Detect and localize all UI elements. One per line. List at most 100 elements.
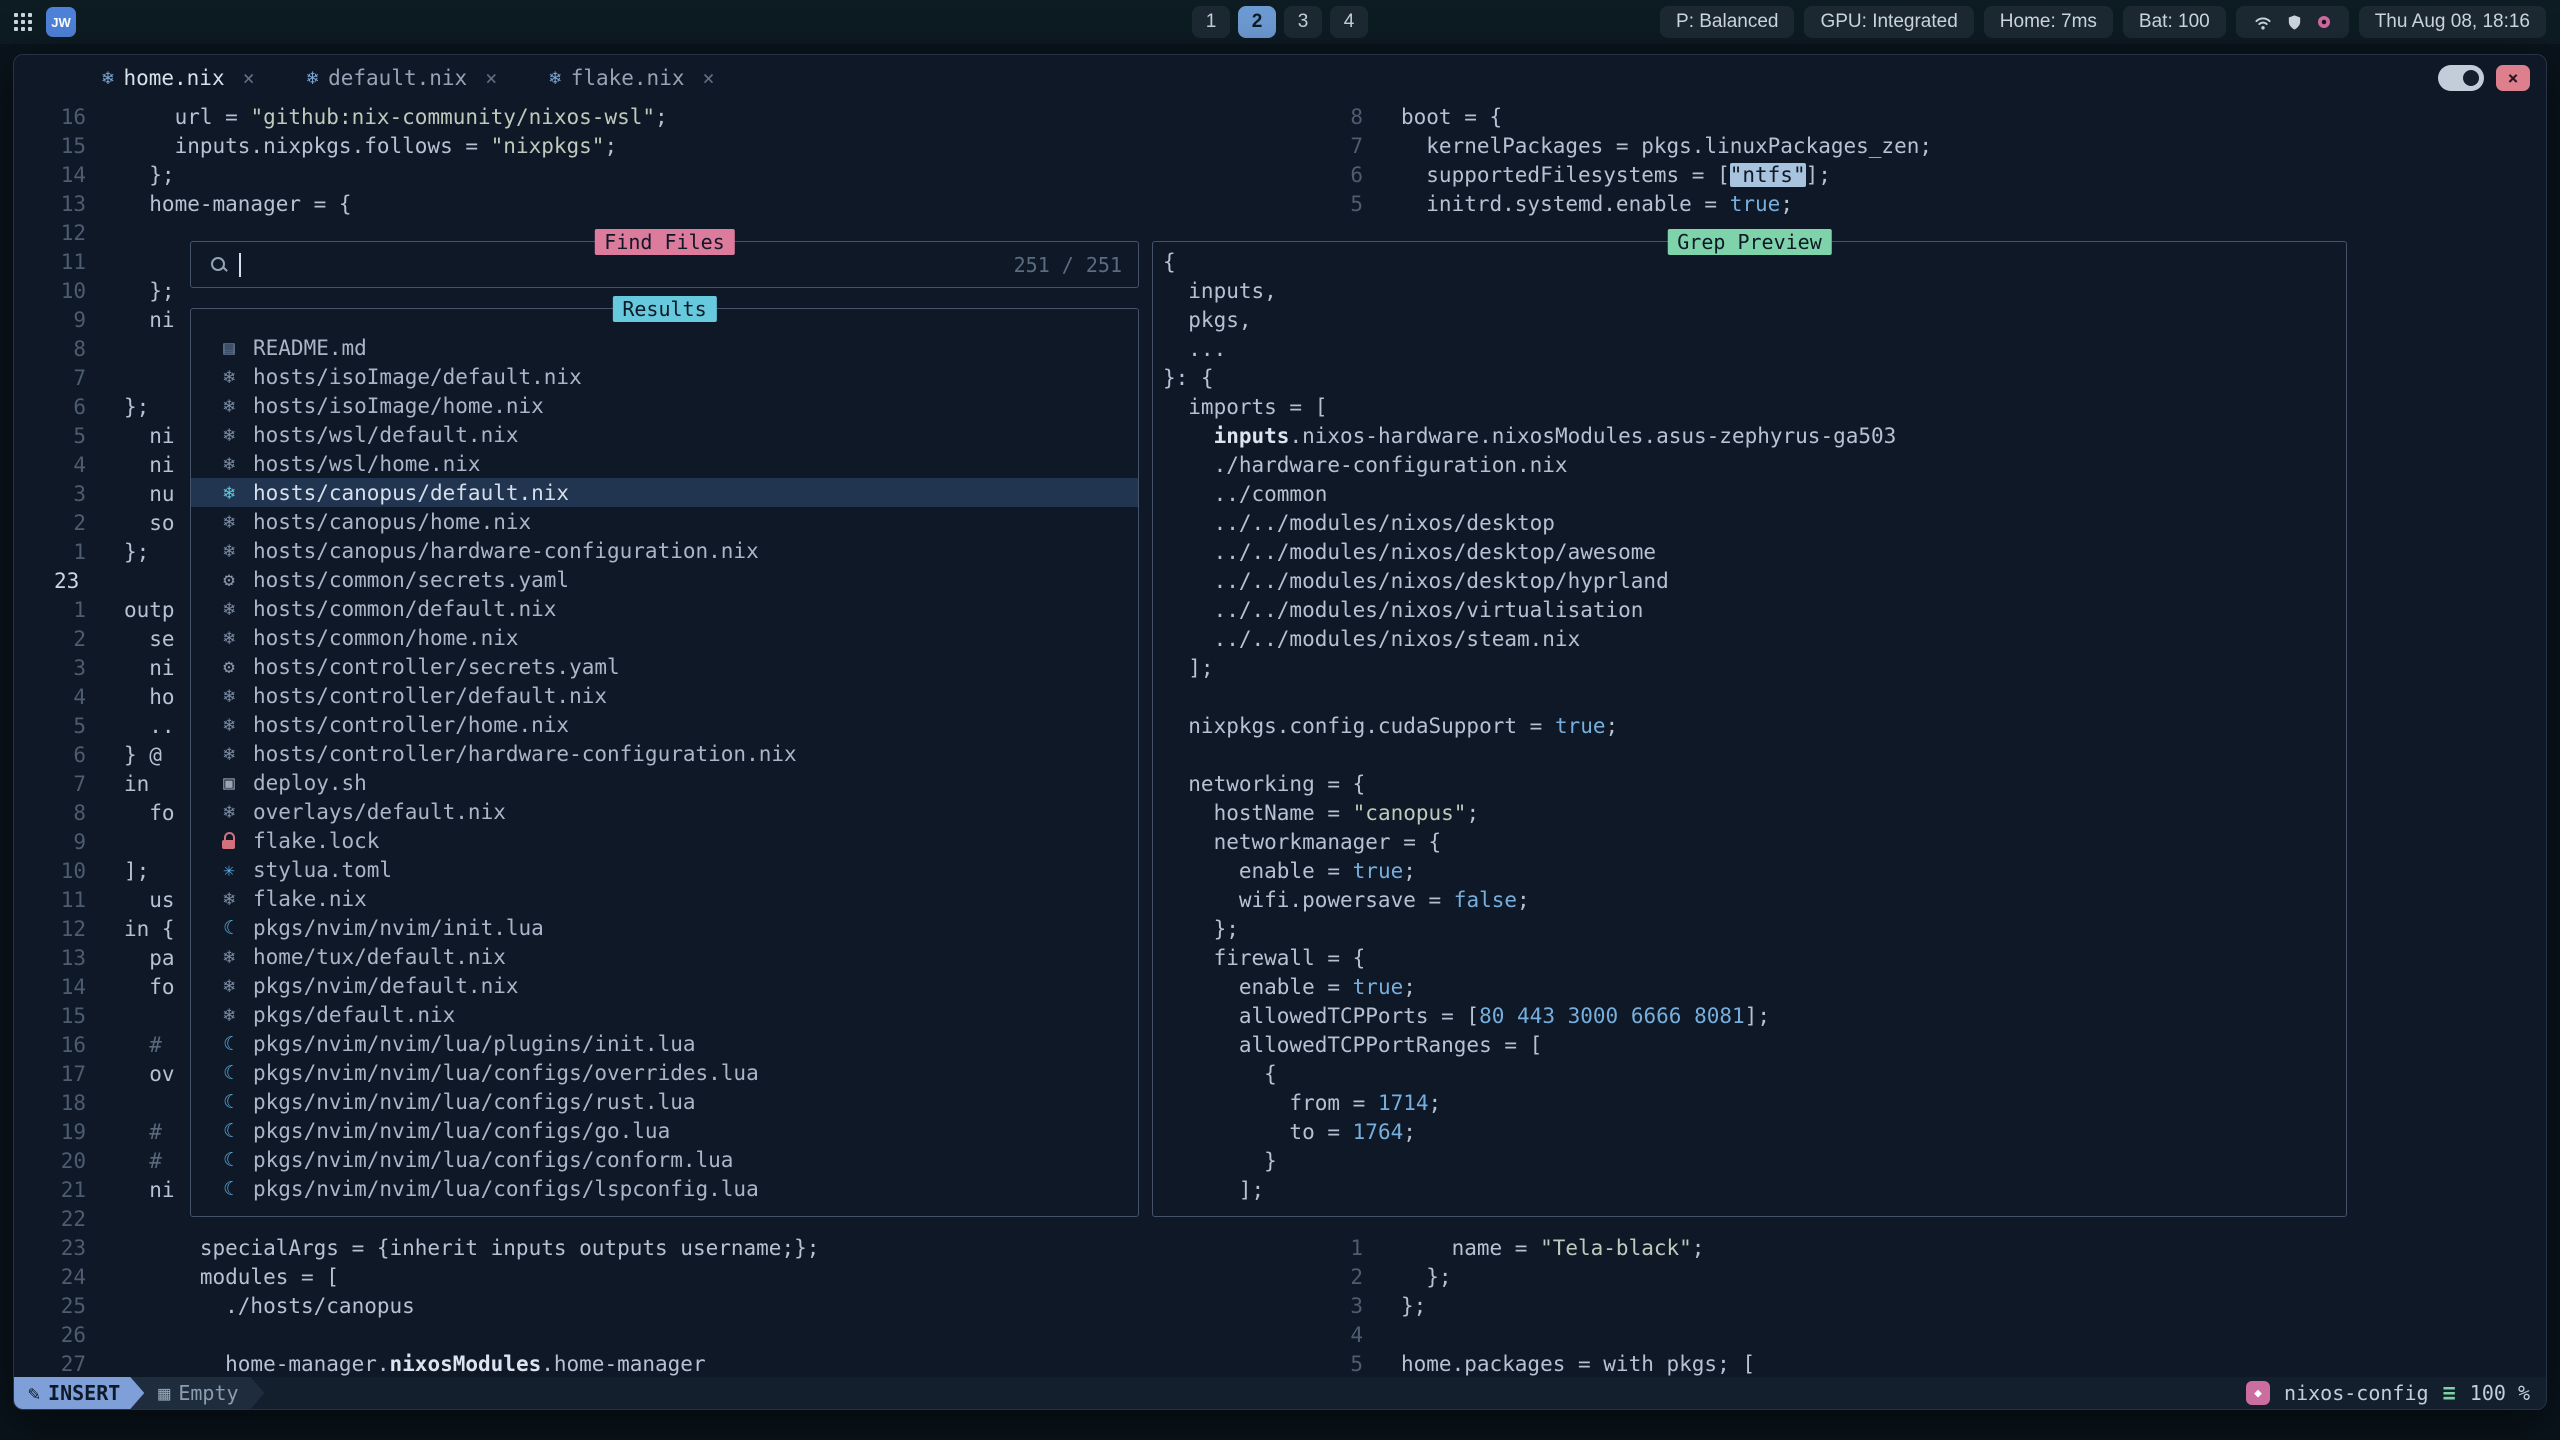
tab-flake.nix[interactable]: ❄flake.nix× bbox=[549, 66, 714, 90]
tab-default.nix[interactable]: ❄default.nix× bbox=[307, 66, 498, 90]
workspace-button-2[interactable]: 2 bbox=[1238, 6, 1276, 38]
result-item[interactable]: ▤README.md bbox=[191, 333, 1138, 362]
workspace-button-1[interactable]: 1 bbox=[1192, 6, 1230, 38]
code-text: ./hosts/canopus bbox=[102, 1292, 415, 1321]
wifi-icon[interactable] bbox=[2252, 12, 2274, 32]
result-item[interactable]: ❄overlays/default.nix bbox=[191, 797, 1138, 826]
code-text: ]; bbox=[102, 857, 149, 886]
result-item[interactable]: ❄flake.nix bbox=[191, 884, 1138, 913]
line-number: 8 bbox=[14, 799, 102, 828]
result-counter: 251 / 251 bbox=[1014, 253, 1122, 277]
code-text: ]; bbox=[1153, 654, 1214, 683]
status-pill-2[interactable]: Home: 7ms bbox=[1984, 6, 2113, 38]
result-item[interactable]: ❄hosts/isoImage/home.nix bbox=[191, 391, 1138, 420]
line-number: 5 bbox=[14, 712, 102, 741]
project-name: nixos-config bbox=[2284, 1381, 2429, 1405]
result-item[interactable]: ☾pkgs/nvim/nvim/lua/plugins/init.lua bbox=[191, 1029, 1138, 1058]
code-text bbox=[102, 364, 124, 393]
record-icon[interactable] bbox=[2315, 13, 2333, 31]
result-item[interactable]: ❄home/tux/default.nix bbox=[191, 942, 1138, 971]
code-line: 16 url = "github:nix-community/nixos-wsl… bbox=[14, 103, 1291, 132]
line-number: 25 bbox=[14, 1292, 102, 1321]
result-item[interactable]: ⚙hosts/common/secrets.yaml bbox=[191, 565, 1138, 594]
code-line: from = 1714; bbox=[1153, 1089, 2346, 1118]
code-text: initrd.systemd.enable = true; bbox=[1379, 190, 1793, 219]
result-item[interactable]: ❄pkgs/nvim/default.nix bbox=[191, 971, 1138, 1000]
result-item[interactable]: ☾pkgs/nvim/nvim/lua/configs/overrides.lu… bbox=[191, 1058, 1138, 1087]
line-number: 12 bbox=[14, 915, 102, 944]
status-pill-1[interactable]: GPU: Integrated bbox=[1804, 6, 1973, 38]
result-item[interactable]: ☾pkgs/nvim/nvim/lua/configs/rust.lua bbox=[191, 1087, 1138, 1116]
tab-close-icon[interactable]: × bbox=[702, 66, 714, 90]
find-files-prompt[interactable]: Find Files 251 / 251 bbox=[190, 241, 1139, 288]
tabs: ❄home.nix×❄default.nix×❄flake.nix× bbox=[102, 66, 715, 90]
launcher-logo[interactable]: JW bbox=[46, 7, 76, 37]
text-cursor bbox=[239, 253, 241, 277]
line-number: 2 bbox=[14, 625, 102, 654]
code-line: 1 name = "Tela-black"; bbox=[1291, 1234, 2547, 1263]
result-item[interactable]: ☾pkgs/nvim/nvim/init.lua bbox=[191, 913, 1138, 942]
result-label: hosts/common/home.nix bbox=[253, 626, 519, 650]
code-text: nu bbox=[102, 480, 175, 509]
code-line: enable = true; bbox=[1153, 857, 2346, 886]
result-item[interactable]: ❄hosts/isoImage/default.nix bbox=[191, 362, 1138, 391]
result-item[interactable]: ❄hosts/controller/hardware-configuration… bbox=[191, 739, 1138, 768]
result-item[interactable]: ❄hosts/wsl/default.nix bbox=[191, 420, 1138, 449]
result-item[interactable]: ✳stylua.toml bbox=[191, 855, 1138, 884]
result-item[interactable]: ☾pkgs/nvim/nvim/lua/configs/conform.lua bbox=[191, 1145, 1138, 1174]
result-item[interactable]: ❄hosts/controller/default.nix bbox=[191, 681, 1138, 710]
buffer-label: Empty bbox=[178, 1381, 238, 1405]
code-line: firewall = { bbox=[1153, 944, 2346, 973]
code-text bbox=[102, 335, 124, 364]
result-item[interactable]: flake.lock bbox=[191, 826, 1138, 855]
line-number: 6 bbox=[1291, 161, 1379, 190]
workspace-switcher: 1234 bbox=[1192, 6, 1368, 38]
line-number: 8 bbox=[14, 335, 102, 364]
clock[interactable]: Thu Aug 08, 18:16 bbox=[2359, 6, 2546, 38]
result-item[interactable]: ☾pkgs/nvim/nvim/lua/configs/go.lua bbox=[191, 1116, 1138, 1145]
code-text: allowedTCPPorts = [80 443 3000 6666 8081… bbox=[1153, 1002, 1770, 1031]
code-text bbox=[102, 1089, 124, 1118]
result-item[interactable]: ⚙hosts/controller/secrets.yaml bbox=[191, 652, 1138, 681]
code-text: ]; bbox=[1153, 1176, 1264, 1205]
code-line: pkgs, bbox=[1153, 306, 2346, 335]
result-item[interactable]: ❄hosts/canopus/hardware-configuration.ni… bbox=[191, 536, 1138, 565]
result-item[interactable]: ❄hosts/canopus/home.nix bbox=[191, 507, 1138, 536]
code-text: }; bbox=[102, 161, 175, 190]
result-item[interactable]: ❄hosts/controller/home.nix bbox=[191, 710, 1138, 739]
shield-icon[interactable] bbox=[2286, 13, 2303, 32]
tab-home.nix[interactable]: ❄home.nix× bbox=[102, 66, 255, 90]
window-close-button[interactable]: × bbox=[2496, 65, 2530, 91]
result-label: pkgs/nvim/nvim/lua/configs/go.lua bbox=[253, 1119, 670, 1143]
code-text: ... bbox=[1153, 335, 1226, 364]
workspace-button-4[interactable]: 4 bbox=[1330, 6, 1368, 38]
tab-label: default.nix bbox=[328, 66, 467, 90]
zen-toggle[interactable] bbox=[2438, 65, 2484, 91]
code-text: pkgs, bbox=[1153, 306, 1252, 335]
code-text: ../common bbox=[1153, 480, 1327, 509]
code-line: 25 ./hosts/canopus bbox=[14, 1292, 1291, 1321]
result-item[interactable]: ▣deploy.sh bbox=[191, 768, 1138, 797]
result-label: pkgs/default.nix bbox=[253, 1003, 455, 1027]
result-label: hosts/common/default.nix bbox=[253, 597, 556, 621]
tab-close-icon[interactable]: × bbox=[243, 66, 255, 90]
app-grid-icon[interactable] bbox=[14, 13, 32, 31]
code-line: 5home.packages = with pkgs; [ bbox=[1291, 1350, 2547, 1379]
yaml-file-icon: ⚙ bbox=[217, 656, 241, 678]
status-pill-3[interactable]: Bat: 100 bbox=[2123, 6, 2226, 38]
tray-pill[interactable] bbox=[2236, 6, 2349, 38]
result-item[interactable]: ❄hosts/canopus/default.nix bbox=[191, 478, 1138, 507]
tab-close-icon[interactable]: × bbox=[485, 66, 497, 90]
line-number: 7 bbox=[1291, 132, 1379, 161]
result-item[interactable]: ❄hosts/common/default.nix bbox=[191, 594, 1138, 623]
result-item[interactable]: ❄pkgs/default.nix bbox=[191, 1000, 1138, 1029]
code-line: ]; bbox=[1153, 654, 2346, 683]
result-item[interactable]: ❄hosts/common/home.nix bbox=[191, 623, 1138, 652]
mode-icon: ✎ bbox=[28, 1381, 40, 1405]
line-number: 14 bbox=[14, 161, 102, 190]
status-pill-0[interactable]: P: Balanced bbox=[1660, 6, 1794, 38]
workspace-button-3[interactable]: 3 bbox=[1284, 6, 1322, 38]
result-item[interactable]: ❄hosts/wsl/home.nix bbox=[191, 449, 1138, 478]
mode-indicator: ✎ INSERT bbox=[14, 1377, 144, 1409]
result-item[interactable]: ☾pkgs/nvim/nvim/lua/configs/lspconfig.lu… bbox=[191, 1174, 1138, 1203]
